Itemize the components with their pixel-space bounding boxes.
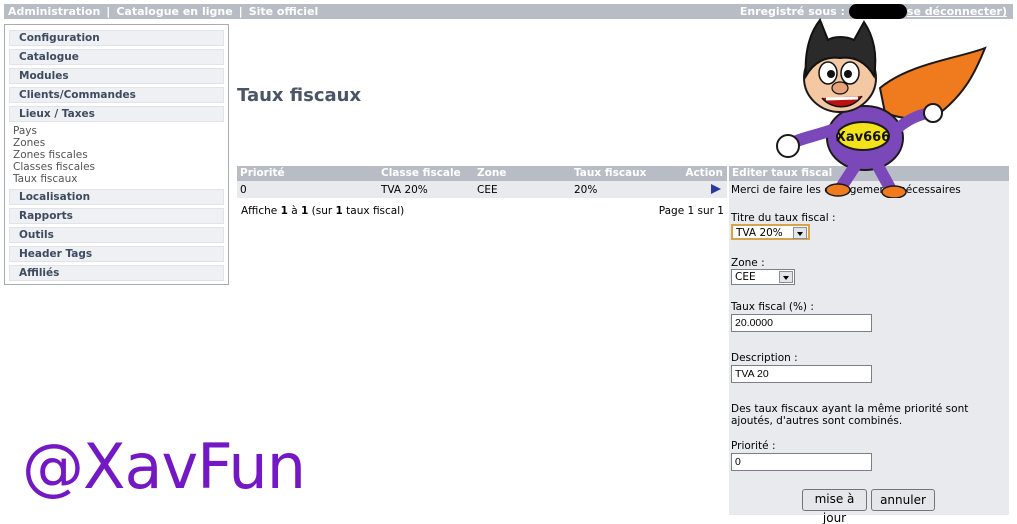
- cell-taux-fiscaux: 20%: [574, 184, 598, 196]
- logout-link[interactable]: se déconnecter): [907, 5, 1007, 18]
- cancel-button[interactable]: annuler: [871, 489, 935, 511]
- pager-info: Affiche 1 à 1 (sur 1 taux fiscal): [241, 205, 405, 217]
- user-info: Enregistré sous : se déconnecter): [739, 4, 1007, 19]
- header-classe-fiscale: Classe fiscale: [381, 167, 461, 179]
- submenu-pays[interactable]: Pays: [11, 125, 224, 137]
- cell-classe-fiscale: TVA 20%: [381, 184, 428, 196]
- top-links: Administration | Catalogue en ligne | Site o…: [8, 5, 319, 18]
- menu-catalogue[interactable]: Catalogue: [9, 49, 224, 65]
- header-taux-fiscaux: Taux fiscaux: [574, 167, 647, 179]
- chevron-down-icon: [779, 271, 793, 283]
- submenu-lieux-taxes: Pays Zones Zones fiscales Classes fiscal…: [11, 125, 224, 185]
- top-bar: Administration | Catalogue en ligne | Site o…: [4, 4, 1013, 19]
- rate-label: Taux fiscal (%) :: [731, 301, 814, 313]
- registered-label: Enregistré sous :: [739, 5, 845, 18]
- header-zone: Zone: [477, 167, 507, 179]
- menu-modules[interactable]: Modules: [9, 68, 224, 84]
- admin-menu: Configuration Catalogue Modules Clients/…: [4, 24, 229, 285]
- menu-localisation[interactable]: Localisation: [9, 189, 224, 205]
- menu-lieux-taxes[interactable]: Lieux / Taxes: [9, 106, 224, 122]
- submenu-taux-fiscaux[interactable]: Taux fiscaux: [11, 173, 224, 185]
- redacted-username: [848, 4, 907, 19]
- title-label: Titre du taux fiscal :: [731, 212, 836, 224]
- link-site-officiel[interactable]: Site officiel: [249, 5, 319, 18]
- title-select[interactable]: TVA 20%: [731, 224, 810, 240]
- page-title: Taux fiscaux: [237, 85, 362, 106]
- mascot-badge-text: Xav666: [836, 130, 890, 145]
- cell-zone: CEE: [477, 184, 498, 196]
- page-number: Page 1 sur 1: [658, 205, 724, 217]
- tax-rates-table: Priorité Classe fiscale Zone Taux fiscau…: [237, 166, 727, 217]
- priority-note-line1: Des taux fiscaux ayant la même priorité …: [731, 403, 969, 415]
- menu-header-tags[interactable]: Header Tags: [9, 246, 224, 262]
- description-input[interactable]: [731, 365, 872, 383]
- zone-label: Zone :: [731, 257, 765, 269]
- cell-priorite: 0: [240, 184, 247, 196]
- menu-rapports[interactable]: Rapports: [9, 208, 224, 224]
- table-header: Priorité Classe fiscale Zone Taux fiscau…: [237, 166, 727, 181]
- watermark-text: @XavFun: [22, 430, 306, 503]
- arrow-right-icon: [711, 184, 721, 194]
- priority-note-line2: ajoutés, d'autres sont combinés.: [731, 415, 903, 427]
- link-catalogue-en-ligne[interactable]: Catalogue en ligne: [116, 5, 232, 18]
- menu-outils[interactable]: Outils: [9, 227, 224, 243]
- submenu-zones-fiscales[interactable]: Zones fiscales: [11, 149, 224, 161]
- link-administration[interactable]: Administration: [8, 5, 100, 18]
- header-action: Action: [685, 167, 723, 179]
- menu-clients-commandes[interactable]: Clients/Commandes: [9, 87, 224, 103]
- menu-affilies[interactable]: Affiliés: [9, 265, 224, 281]
- priority-label: Priorité :: [731, 440, 776, 452]
- priority-input[interactable]: [731, 453, 872, 471]
- table-row[interactable]: 0 TVA 20% CEE 20%: [237, 181, 727, 198]
- rate-input[interactable]: [731, 314, 872, 332]
- menu-configuration[interactable]: Configuration: [9, 30, 224, 46]
- chevron-down-icon: [793, 227, 807, 239]
- description-label: Description :: [731, 352, 798, 364]
- edit-panel: Editer taux fiscal Merci de faire les ch…: [729, 166, 1009, 524]
- mascot-image: Xav666: [776, 18, 987, 198]
- submenu-classes-fiscales[interactable]: Classes fiscales: [11, 161, 224, 173]
- zone-select[interactable]: CEE: [731, 269, 795, 285]
- submenu-zones[interactable]: Zones: [11, 137, 224, 149]
- update-button[interactable]: mise à jour: [802, 489, 867, 524]
- selected-arrow-icon[interactable]: [711, 184, 721, 197]
- header-priorite: Priorité: [240, 167, 285, 179]
